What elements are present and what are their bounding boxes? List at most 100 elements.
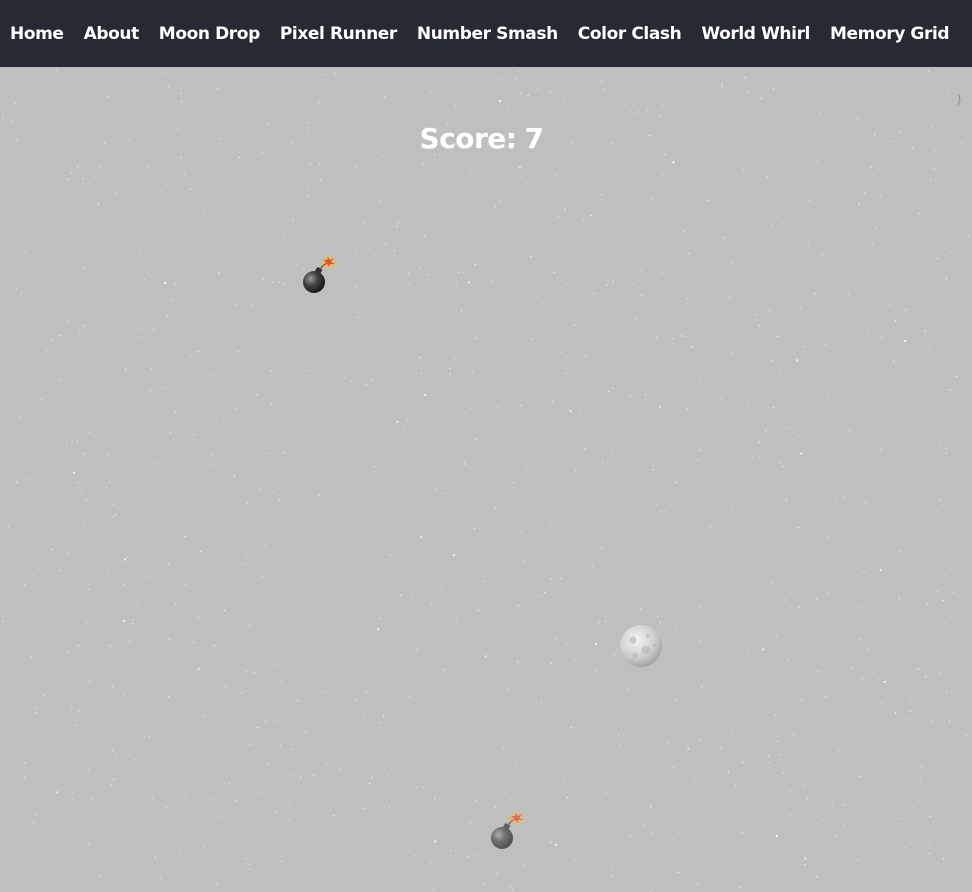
star [461,369,463,371]
star [2,117,4,119]
star [470,173,472,175]
star [267,864,269,866]
star [298,855,300,857]
star [92,797,94,799]
star [140,424,142,426]
star [604,89,606,91]
star [332,815,335,817]
star [573,535,575,537]
star [636,317,638,320]
nav-link-about[interactable]: About [84,24,140,44]
star [940,672,942,674]
star [898,597,900,599]
star [698,378,701,380]
star [945,452,947,454]
nav-link-moon-drop[interactable]: Moon Drop [159,24,260,44]
star [463,358,465,361]
star [531,338,533,340]
star [244,656,246,659]
star [573,324,575,326]
star [934,169,936,171]
star [543,591,546,594]
star [492,279,494,281]
star [265,452,267,454]
star [946,690,948,693]
star [499,201,501,203]
star [691,345,694,348]
nav-link-memory-grid[interactable]: Memory Grid [830,24,950,44]
star [800,452,803,455]
star [244,563,246,565]
star [563,777,566,779]
star [350,380,352,382]
star [506,108,508,110]
star [55,106,57,108]
star [550,525,552,527]
star [950,389,952,391]
star [272,491,274,493]
star [237,273,239,275]
star [578,410,580,413]
bomb-icon[interactable] [299,247,345,295]
star [657,616,659,618]
star [24,250,26,252]
game-area[interactable]: Score: 7 [0,67,972,892]
star [784,599,786,601]
star [700,640,702,643]
nav-link-world-whirl[interactable]: World Whirl [701,24,810,44]
star [70,172,72,174]
star [216,883,218,886]
star [202,716,204,718]
star [538,806,540,808]
star [919,778,922,780]
nav-link-color-clash[interactable]: Color Clash [578,24,682,44]
star [908,718,910,720]
star [650,805,652,807]
star [203,503,205,505]
star [802,605,804,607]
star [1,457,3,459]
star [888,290,890,292]
star [355,166,357,168]
star [43,694,45,696]
star [831,802,833,804]
star [278,281,280,283]
star [434,840,437,843]
star [656,431,659,433]
star [641,582,644,584]
nav-link-number-smash[interactable]: Number Smash [417,24,558,44]
star [581,87,583,89]
star [111,686,113,688]
star [95,176,97,179]
star [68,651,70,653]
star [553,271,556,273]
star [731,305,734,307]
star [115,192,117,195]
star [814,293,816,295]
nav-link-pixel-runner[interactable]: Pixel Runner [280,24,397,44]
bomb-icon[interactable] [486,803,532,851]
star [372,104,374,106]
star [554,843,558,846]
star [720,397,723,400]
star [678,831,680,833]
star [542,303,544,305]
nav-link-home[interactable]: Home [10,24,64,44]
star [58,687,60,689]
star [639,608,642,610]
star [932,168,934,170]
star [417,786,419,788]
star [948,720,951,722]
star [741,310,743,312]
star [739,357,741,359]
star [363,714,365,716]
star [895,320,897,322]
star [938,499,941,501]
star [421,158,423,160]
moon-icon[interactable] [618,623,664,669]
star [470,407,472,409]
star [868,649,870,651]
star [618,734,620,736]
star [565,372,567,374]
star [107,96,109,98]
